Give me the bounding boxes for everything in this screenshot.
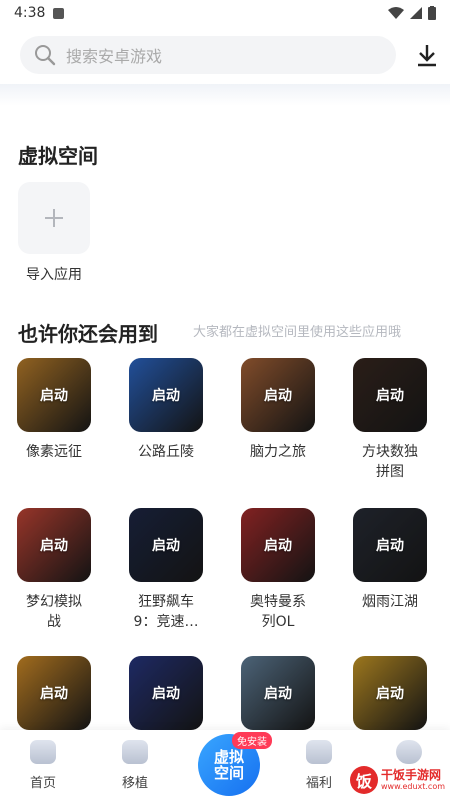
app-icon[interactable]: 启动 xyxy=(17,508,91,582)
launch-button[interactable]: 启动 xyxy=(17,683,91,703)
app-item[interactable]: 启动 公路丘陵 xyxy=(118,358,214,462)
tab-home-label: 首页 xyxy=(29,776,56,791)
gamepad-icon xyxy=(122,740,148,764)
virtual-space-title: 虚拟空间 xyxy=(18,144,98,168)
app-name-line2: 9：竞速… xyxy=(133,614,199,630)
download-icon xyxy=(418,45,436,67)
search-icon xyxy=(35,45,56,66)
app-name: 公路丘陵 xyxy=(118,442,214,462)
app-name-line1: 方块数独 xyxy=(362,444,418,460)
app-item[interactable]: 启动 xyxy=(118,656,214,730)
app-name: 奥特曼系列OL xyxy=(230,592,326,632)
tab-port[interactable]: 移植 xyxy=(100,740,170,791)
search-input[interactable]: 搜索安卓游戏 xyxy=(20,36,396,74)
app-name: 方块数独 拼图 xyxy=(342,442,438,482)
app-icon[interactable]: 启动 xyxy=(353,508,427,582)
site-watermark: 饭 干饭手游网 www.eduxt.com xyxy=(350,764,446,796)
signal-icon xyxy=(410,7,422,19)
app-name-line1: 奥特曼系 xyxy=(250,594,306,610)
app-name: 狂野飙车 9：竞速… xyxy=(118,592,214,632)
launch-button[interactable]: 启动 xyxy=(17,535,91,555)
no-install-badge: 免安装 xyxy=(232,732,272,749)
app-name-line1: 脑力之旅 xyxy=(250,444,306,460)
launch-button[interactable]: 启动 xyxy=(353,535,427,555)
launch-button[interactable]: 启动 xyxy=(353,385,427,405)
app-icon[interactable]: 启动 xyxy=(241,508,315,582)
app-name-line1: 梦幻模拟 xyxy=(26,594,82,610)
launch-button[interactable]: 启动 xyxy=(129,385,203,405)
app-icon[interactable]: 启动 xyxy=(353,358,427,432)
app-name-line2: 列OL xyxy=(261,614,295,630)
app-item[interactable]: 启动奥特曼系列OL xyxy=(230,508,326,632)
status-time: 4:38 xyxy=(14,5,46,21)
app-icon[interactable]: 启动 xyxy=(17,358,91,432)
app-name: 烟雨江湖 xyxy=(342,592,438,612)
launch-button[interactable]: 启动 xyxy=(241,535,315,555)
plus-icon xyxy=(45,209,63,227)
launch-button[interactable]: 启动 xyxy=(241,385,315,405)
search-placeholder: 搜索安卓游戏 xyxy=(66,47,163,66)
search-row: 搜索安卓游戏 xyxy=(0,34,450,78)
launch-button[interactable]: 启动 xyxy=(129,683,203,703)
app-item[interactable]: 启动 xyxy=(230,656,326,730)
header-divider xyxy=(0,84,450,106)
import-app-button[interactable] xyxy=(18,182,90,254)
launch-button[interactable]: 启动 xyxy=(17,385,91,405)
app-item[interactable]: 启动 方块数独 拼图 xyxy=(342,358,438,482)
star-icon xyxy=(306,740,332,764)
app-name: 脑力之旅 xyxy=(230,442,326,462)
launch-button[interactable]: 启动 xyxy=(353,683,427,703)
app-name: 梦幻模拟战 xyxy=(6,592,102,632)
watermark-name: 干饭手游网 xyxy=(381,768,442,782)
wifi-icon xyxy=(388,7,404,19)
tab-port-label: 移植 xyxy=(121,776,148,791)
tab-welfare[interactable]: 福利 xyxy=(284,740,354,791)
center-button-label: 虚拟空间 xyxy=(213,748,244,782)
notification-icon xyxy=(53,7,65,19)
watermark-logo: 饭 xyxy=(350,766,378,794)
app-item[interactable]: 启动狂野飙车 9：竞速… xyxy=(118,508,214,632)
app-name: 像素远征 xyxy=(6,442,102,462)
tab-home[interactable]: 首页 xyxy=(8,740,78,791)
app-item[interactable]: 启动 xyxy=(6,656,102,730)
app-icon[interactable]: 启动 xyxy=(241,656,315,730)
recommend-title: 也许你还会用到 xyxy=(18,322,158,346)
tab-welfare-label: 福利 xyxy=(305,776,332,791)
import-app-label: 导入应用 xyxy=(26,267,82,283)
app-item[interactable]: 启动 像素远征 xyxy=(6,358,102,462)
recommend-hint: 大家都在虚拟空间里使用这些应用哦 xyxy=(193,325,402,340)
app-item[interactable]: 启动 xyxy=(342,656,438,730)
status-icons xyxy=(388,6,436,20)
download-button[interactable] xyxy=(412,40,442,70)
app-icon[interactable]: 启动 xyxy=(129,508,203,582)
status-bar: 4:38 xyxy=(0,0,450,26)
app-name-line1: 狂野飙车 xyxy=(138,594,194,610)
app-icon[interactable]: 启动 xyxy=(129,656,203,730)
app-icon[interactable]: 启动 xyxy=(17,656,91,730)
app-item[interactable]: 启动 脑力之旅 xyxy=(230,358,326,462)
tab-profile[interactable] xyxy=(374,740,444,764)
app-name-line1: 烟雨江湖 xyxy=(362,594,418,610)
watermark-url: www.eduxt.com xyxy=(381,782,446,791)
app-name-line1: 像素远征 xyxy=(26,444,82,460)
app-name-line1: 公路丘陵 xyxy=(138,444,194,460)
app-icon[interactable]: 启动 xyxy=(353,656,427,730)
app-name-line2: 战 xyxy=(47,614,61,630)
app-item[interactable]: 启动 烟雨江湖 xyxy=(342,508,438,612)
launch-button[interactable]: 启动 xyxy=(241,683,315,703)
app-item[interactable]: 启动 梦幻模拟战 xyxy=(6,508,102,632)
launch-button[interactable]: 启动 xyxy=(129,535,203,555)
home-icon xyxy=(30,740,56,764)
profile-icon xyxy=(396,740,422,764)
app-name-line2: 拼图 xyxy=(376,464,404,480)
battery-icon xyxy=(428,6,436,20)
app-icon[interactable]: 启动 xyxy=(241,358,315,432)
app-icon[interactable]: 启动 xyxy=(129,358,203,432)
